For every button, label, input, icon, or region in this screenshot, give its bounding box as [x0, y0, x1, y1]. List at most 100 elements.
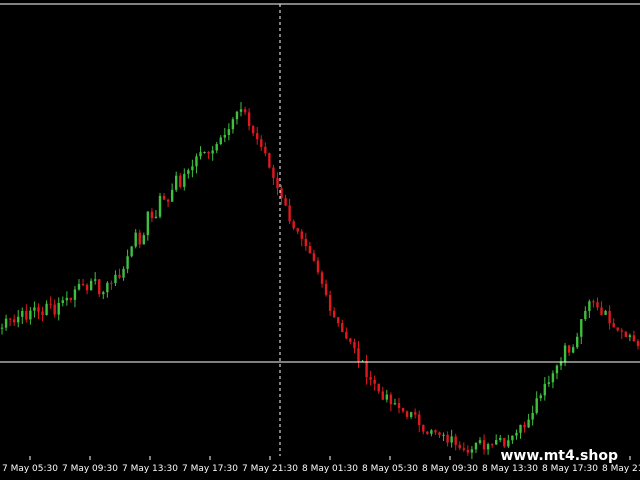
bull-candle — [474, 442, 478, 450]
bear-candle — [446, 434, 449, 443]
x-tick-label: 7 May 09:30 — [62, 464, 118, 474]
bull-candle — [29, 310, 32, 320]
bull-candle — [77, 284, 81, 290]
bear-candle — [482, 440, 486, 450]
bull-candle — [486, 444, 490, 450]
bull-candle — [122, 268, 125, 278]
bear-candle — [454, 436, 457, 445]
bear-candle — [243, 109, 247, 113]
bull-candle — [628, 335, 632, 337]
bull-candle — [235, 111, 239, 120]
bear-candle — [369, 377, 372, 380]
bear-candle — [389, 394, 393, 405]
candlestick-chart[interactable]: 7 May 05:30 7 May 09:30 7 May 13:30 7 May 1… — [0, 0, 640, 480]
bull-candle — [539, 395, 542, 399]
bear-candle — [636, 341, 640, 346]
bull-candle — [515, 432, 518, 436]
bull-candle — [33, 307, 36, 311]
bull-candle — [106, 282, 109, 293]
bear-candle — [592, 301, 595, 303]
bear-candle — [365, 361, 368, 378]
bear-candle — [596, 302, 599, 308]
bear-candle — [608, 310, 611, 324]
bear-candle — [381, 391, 384, 400]
bear-candle — [53, 304, 56, 315]
bear-candle — [268, 153, 271, 168]
x-tick-label: 8 May 09:30 — [422, 464, 478, 474]
bear-candle — [98, 279, 101, 295]
bear-candle — [292, 221, 295, 229]
bear-candle — [320, 272, 324, 284]
bear-candle — [276, 178, 279, 189]
bear-candle — [462, 448, 465, 450]
bear-candle — [413, 412, 417, 415]
bear-candle — [624, 331, 628, 337]
bull-candle — [576, 336, 579, 348]
bear-candle — [118, 274, 121, 278]
bear-candle — [166, 199, 170, 202]
bull-candle — [430, 430, 433, 434]
bull-candle — [158, 195, 162, 217]
bear-candle — [612, 323, 615, 328]
bear-candle — [503, 437, 506, 447]
bull-candle — [478, 440, 482, 443]
x-tick-label: 8 May 13:30 — [482, 464, 538, 474]
bear-candle — [300, 231, 303, 239]
bear-candle — [81, 284, 85, 286]
bear-candle — [8, 318, 12, 320]
bull-candle — [409, 412, 413, 417]
x-tick-label: 7 May 13:30 — [122, 464, 178, 474]
bear-candle — [620, 330, 623, 332]
bull-candle — [4, 318, 8, 328]
bear-candle — [373, 379, 376, 384]
bear-candle — [25, 310, 28, 320]
bull-candle — [499, 437, 502, 441]
bear-candle — [567, 345, 571, 353]
bull-candle — [571, 347, 575, 353]
bull-candle — [239, 109, 243, 112]
bull-candle — [17, 316, 20, 323]
bear-candle — [138, 232, 141, 245]
bull-candle — [183, 173, 186, 187]
bull-candle — [231, 119, 235, 130]
bull-candle — [73, 289, 77, 300]
bull-candle — [203, 152, 206, 154]
bull-candle — [385, 394, 389, 400]
bear-candle — [405, 411, 409, 417]
bear-candle — [616, 327, 619, 331]
x-tick-label: 7 May 05:30 — [2, 464, 58, 474]
bull-candle — [211, 150, 214, 154]
bull-candle — [130, 246, 133, 257]
bear-candle — [207, 152, 210, 154]
bear-candle — [434, 430, 437, 433]
x-tick-label: 8 May 05:30 — [362, 464, 418, 474]
bull-candle — [89, 280, 93, 291]
candles-group — [0, 102, 640, 460]
bull-candle — [563, 345, 567, 362]
bear-candle — [256, 133, 259, 140]
bear-candle — [328, 295, 332, 311]
bear-candle — [179, 175, 182, 187]
bear-candle — [341, 323, 344, 333]
bull-candle — [114, 274, 117, 284]
bull-candle — [170, 189, 174, 202]
bull-candle — [547, 382, 551, 384]
bull-candle — [527, 419, 530, 428]
bear-candle — [490, 444, 494, 446]
bear-candle — [458, 444, 461, 449]
bear-candle — [49, 303, 52, 305]
bull-candle — [175, 175, 178, 190]
price-chart[interactable]: 7 May 05:30 7 May 09:30 7 May 13:30 7 May 1… — [0, 0, 640, 480]
bear-candle — [284, 198, 287, 206]
bull-candle — [604, 310, 607, 315]
bear-candle — [438, 432, 441, 435]
bull-candle — [57, 302, 60, 315]
bear-candle — [280, 188, 283, 199]
bull-candle — [442, 434, 445, 436]
bear-candle — [345, 332, 348, 339]
bear-candle — [260, 139, 263, 147]
watermark-logo: www.mt4.shop — [498, 448, 620, 464]
bull-candle — [219, 137, 222, 145]
bear-candle — [523, 424, 526, 428]
bear-candle — [12, 319, 16, 323]
